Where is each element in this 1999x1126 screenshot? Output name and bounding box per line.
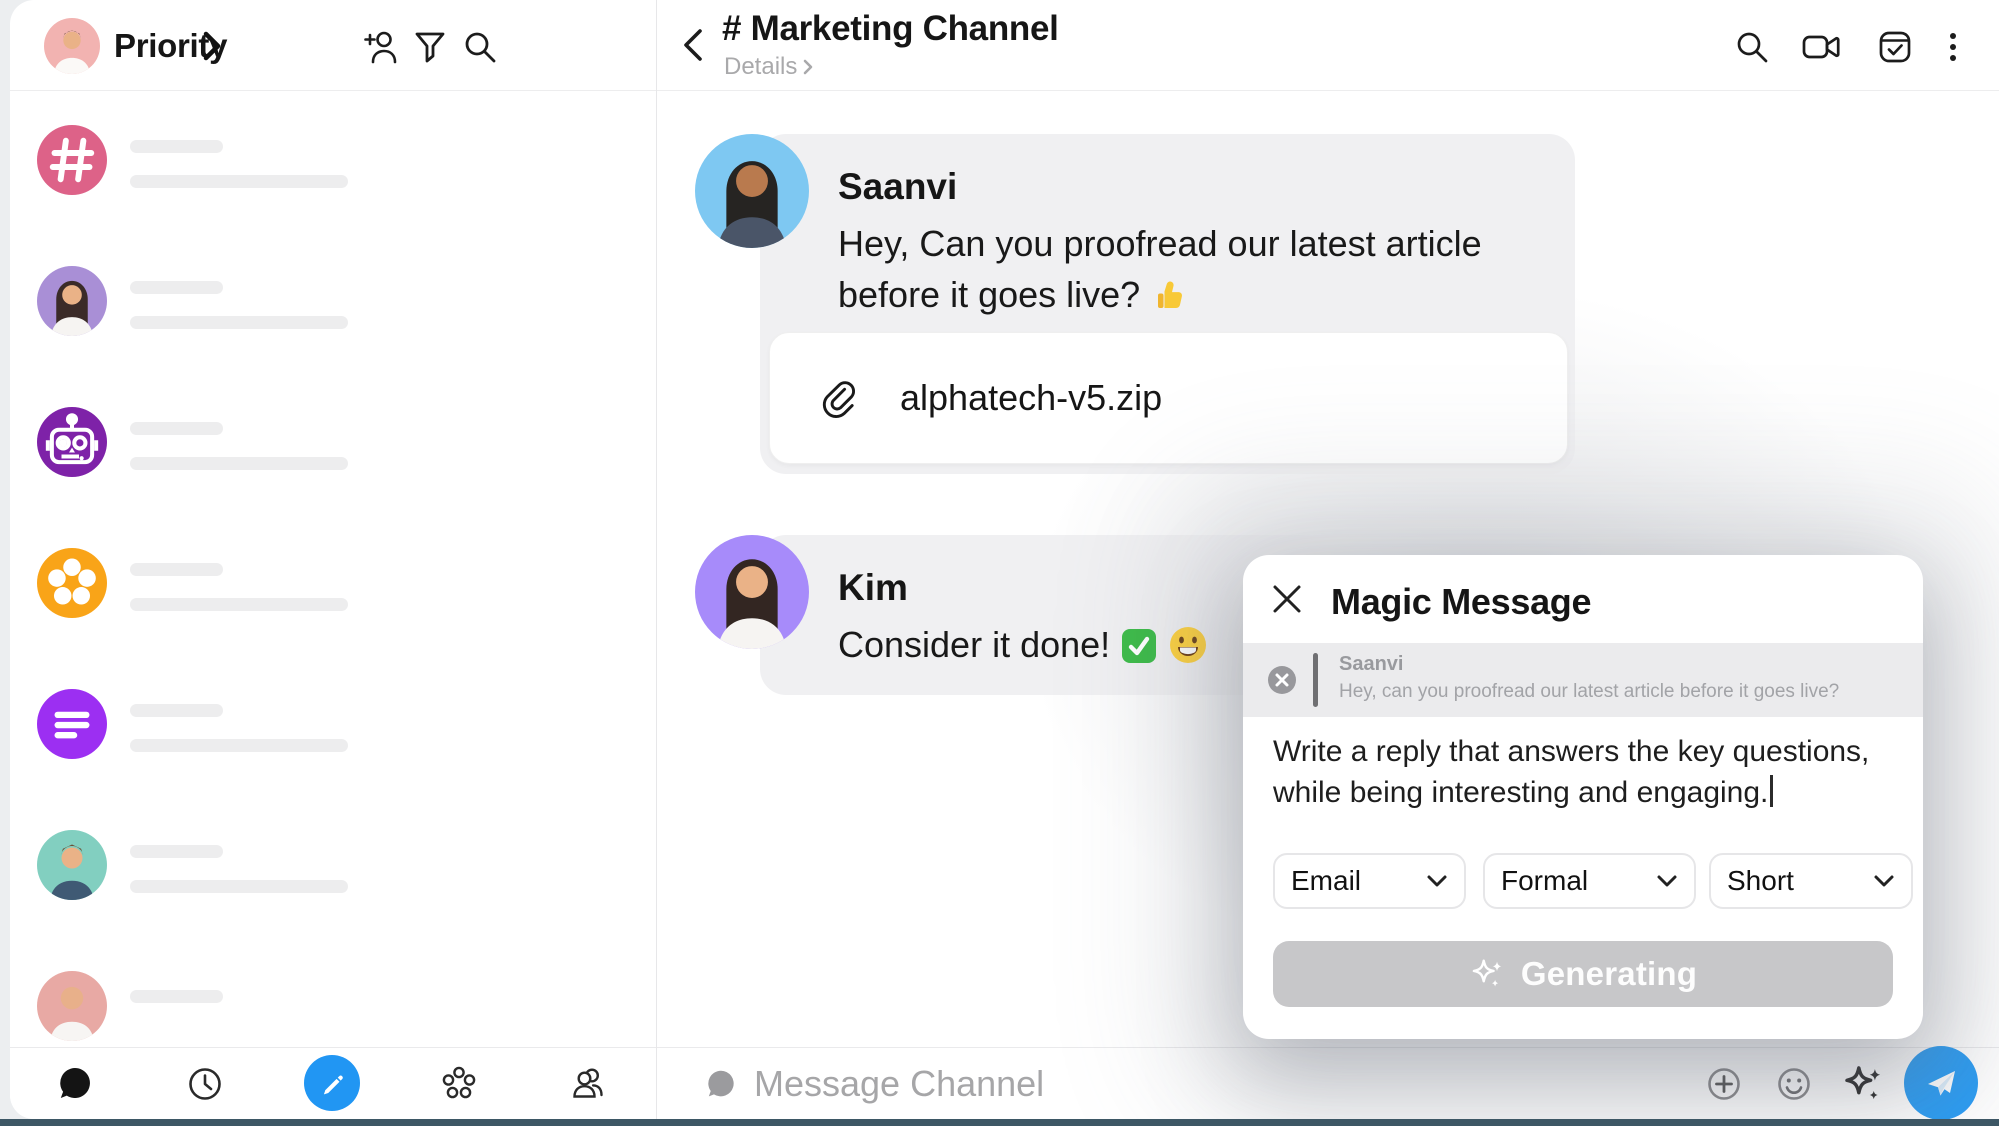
- chevron-down-icon: [1656, 874, 1678, 888]
- skeleton-line: [130, 422, 223, 435]
- channel-details[interactable]: Details: [724, 53, 814, 81]
- prompt-input[interactable]: Write a reply that answers the key quest…: [1273, 731, 1887, 813]
- magic-sparkle-icon[interactable]: [1841, 1061, 1887, 1107]
- skeleton-line: [130, 598, 348, 611]
- notes-lines-icon: [37, 689, 107, 759]
- workspace-avatar[interactable]: [44, 18, 100, 74]
- quote-sender: Saanvi: [1339, 653, 1403, 676]
- tone-dropdown[interactable]: Formal: [1483, 853, 1696, 909]
- skeleton-line: [130, 457, 348, 470]
- skeleton-line: [130, 175, 348, 188]
- list-item-app[interactable]: [10, 513, 655, 653]
- skeleton-line: [130, 990, 223, 1003]
- attachment-card[interactable]: alphatech-v5.zip: [769, 332, 1568, 464]
- quoted-message: Saanvi Hey, can you proofread our latest…: [1243, 643, 1923, 717]
- chat-bubble-icon: [702, 1065, 740, 1103]
- skeleton-line: [130, 316, 348, 329]
- close-icon[interactable]: [1269, 581, 1305, 617]
- sender-name: Saanvi: [838, 166, 957, 208]
- generating-button[interactable]: Generating: [1273, 941, 1893, 1007]
- emoji-icon[interactable]: [1773, 1063, 1815, 1105]
- skeleton-line: [130, 281, 223, 294]
- list-item-bot[interactable]: [10, 372, 655, 512]
- message-text: Hey, Can you proofread our latest articl…: [838, 218, 1552, 328]
- details-chevron-icon: [802, 58, 814, 76]
- man-avatar-icon: [44, 18, 100, 74]
- skeleton-line: [130, 140, 223, 153]
- list-item-user[interactable]: [10, 795, 655, 935]
- generating-label: Generating: [1521, 955, 1697, 993]
- chevron-down-icon: [1426, 874, 1448, 888]
- attachment-filename: alphatech-v5.zip: [900, 377, 1162, 419]
- hash-channel-icon: [37, 125, 107, 195]
- skeleton-line: [130, 845, 223, 858]
- thumbs-up-emoji: [1150, 275, 1190, 328]
- list-item-channel[interactable]: [10, 90, 655, 230]
- composer-bar: [10, 1047, 1999, 1119]
- apps-tab-icon[interactable]: [438, 1063, 480, 1105]
- back-icon[interactable]: [678, 25, 708, 65]
- paperclip-icon: [816, 377, 858, 419]
- tasks-icon[interactable]: [1874, 26, 1916, 68]
- list-item-notes[interactable]: [10, 654, 655, 794]
- format-dropdown[interactable]: Email: [1273, 853, 1466, 909]
- check-mark-button-emoji: [1120, 627, 1158, 678]
- message-bubble: Saanvi Hey, Can you proofread our latest…: [760, 134, 1575, 474]
- magic-message-modal: Magic Message Saanvi Hey, can you proofr…: [1243, 555, 1923, 1039]
- text-cursor: [1770, 775, 1773, 807]
- message-avatar[interactable]: [695, 535, 809, 649]
- sender-name: Kim: [838, 567, 908, 609]
- quote-bar: [1313, 653, 1318, 707]
- chats-tab-icon[interactable]: [54, 1063, 96, 1105]
- sidebar-divider: [656, 0, 657, 1119]
- kebab-menu-icon[interactable]: [1940, 26, 1966, 68]
- robot-icon: [37, 407, 107, 477]
- skeleton-line: [130, 704, 223, 717]
- woman-avatar-icon: [37, 266, 107, 336]
- video-call-icon[interactable]: [1799, 26, 1845, 68]
- message-input[interactable]: [752, 1062, 1316, 1106]
- bald-man-avatar-icon: [37, 971, 107, 1041]
- add-person-icon[interactable]: [360, 26, 402, 68]
- plus-icon[interactable]: [1703, 1063, 1745, 1105]
- send-icon: [1921, 1063, 1961, 1103]
- compose-tab-icon[interactable]: [304, 1055, 360, 1111]
- flower-icon: [37, 548, 107, 618]
- contacts-tab-icon[interactable]: [567, 1063, 609, 1105]
- length-dropdown[interactable]: Short: [1709, 853, 1913, 909]
- details-label: Details: [724, 53, 797, 81]
- app-window: Priority # Marketing Channel Details: [10, 0, 1999, 1119]
- channel-title: # Marketing Channel: [722, 9, 1059, 49]
- remove-quote-icon[interactable]: [1267, 665, 1297, 695]
- screen: Priority # Marketing Channel Details: [0, 0, 1999, 1126]
- man-avatar-icon: [37, 830, 107, 900]
- header-divider: [10, 90, 1999, 91]
- screen-edge-strip: [0, 1119, 1999, 1126]
- search-chat-icon[interactable]: [1731, 26, 1773, 68]
- skeleton-line: [130, 739, 348, 752]
- message-avatar[interactable]: [695, 134, 809, 248]
- recents-tab-icon[interactable]: [184, 1063, 226, 1105]
- skeleton-line: [130, 880, 348, 893]
- modal-title: Magic Message: [1331, 581, 1591, 623]
- sparkle-icon: [1469, 955, 1507, 993]
- quote-text: Hey, can you proofread our latest articl…: [1339, 681, 1839, 703]
- filter-icon[interactable]: [409, 26, 451, 68]
- search-icon[interactable]: [459, 26, 501, 68]
- skeleton-line: [130, 563, 223, 576]
- chevron-right-icon[interactable]: [200, 29, 224, 63]
- send-button[interactable]: [1904, 1046, 1978, 1119]
- chevron-down-icon: [1873, 874, 1895, 888]
- list-item-user[interactable]: [10, 231, 655, 371]
- grinning-face-emoji: [1168, 625, 1208, 678]
